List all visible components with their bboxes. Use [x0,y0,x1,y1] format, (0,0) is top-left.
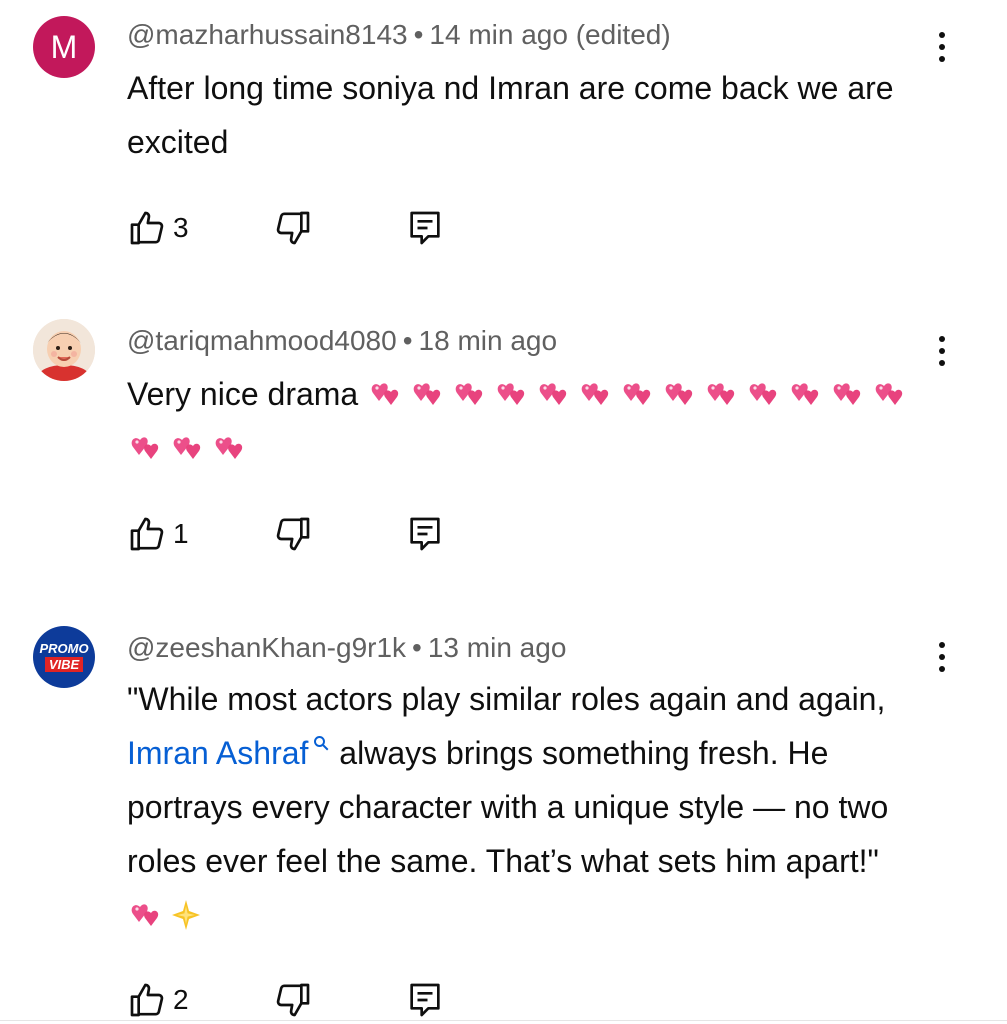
like-button[interactable]: 1 [127,512,189,556]
comment-text-before: "While most actors play similar roles ag… [127,681,886,717]
thumbs-down-icon [276,211,310,245]
more-options-icon[interactable] [922,24,962,70]
comment-text: Very nice drama [127,367,917,475]
avatar-letter: M [50,28,78,65]
search-link[interactable]: Imran Ashraf [127,735,330,771]
divider [0,1020,1007,1021]
two-hearts-icon [215,437,243,459]
two-hearts-icon [127,897,169,933]
two-hearts-icon [665,383,693,405]
comment-meta: @zeeshanKhan-g9r1k • 13 min ago [127,631,566,665]
like-count: 3 [173,212,189,243]
reply-button[interactable] [405,206,445,250]
comment-time: 18 min ago [418,325,558,356]
more-options-icon[interactable] [922,328,962,374]
two-hearts-icon [791,383,819,405]
like-count: 2 [173,984,189,1015]
comment-text-body: Very nice drama [127,376,359,412]
more-options-icon[interactable] [922,634,962,680]
comment-time: 14 min ago (edited) [429,19,671,50]
comment-author[interactable]: @zeeshanKhan-g9r1k [127,632,406,663]
reply-icon [410,211,440,245]
avatar[interactable] [33,319,95,381]
separator: • [413,19,424,50]
reply-button[interactable] [405,512,445,556]
avatar-text-promo: PROMO [39,641,89,656]
thumbs-down-icon [276,517,310,551]
comment-author[interactable]: @tariqmahmood4080 [127,325,397,356]
comment-time: 13 min ago [427,632,567,663]
comment-meta: @mazharhussain8143 • 14 min ago (edited) [127,18,671,52]
comment-author[interactable]: @mazharhussain8143 [127,19,408,50]
child-photo-icon [33,319,95,381]
reply-icon [410,983,440,1017]
thumbs-up-icon [130,983,164,1017]
avatar[interactable]: PROMO VIBE [33,626,95,688]
reply-icon [410,517,440,551]
avatar-text-vibe: VIBE [44,657,84,672]
comment-text: "While most actors play similar roles ag… [127,672,917,942]
separator: • [402,325,413,356]
two-hearts-icon [497,383,525,405]
search-icon [314,736,329,751]
avatar[interactable]: M [33,16,95,78]
two-hearts-icon [833,383,861,405]
sparkle-star-icon [169,897,203,933]
two-hearts-icon [131,437,159,459]
two-hearts-icon [173,437,201,459]
two-hearts-icon [623,383,651,405]
two-hearts-icon [581,383,609,405]
two-hearts-icon [749,383,777,405]
like-button[interactable]: 2 [127,978,189,1022]
dislike-button[interactable] [273,978,313,1022]
comment-text: After long time soniya nd Imran are come… [127,70,894,160]
two-hearts-icon [539,383,567,405]
thumbs-up-icon [130,517,164,551]
thumbs-up-icon [130,211,164,245]
like-button[interactable]: 3 [127,206,189,250]
two-hearts-icon [455,383,483,405]
separator: • [412,632,422,663]
like-count: 1 [173,518,189,549]
dislike-button[interactable] [273,512,313,556]
two-hearts-icon [371,383,399,405]
comment-meta: @tariqmahmood4080 • 18 min ago [127,324,557,358]
search-link-text: Imran Ashraf [127,735,309,771]
two-hearts-icon [413,383,441,405]
reply-button[interactable] [405,978,445,1022]
dislike-button[interactable] [273,206,313,250]
two-hearts-icon [707,383,735,405]
thumbs-down-icon [276,983,310,1017]
two-hearts-icon [875,383,903,405]
